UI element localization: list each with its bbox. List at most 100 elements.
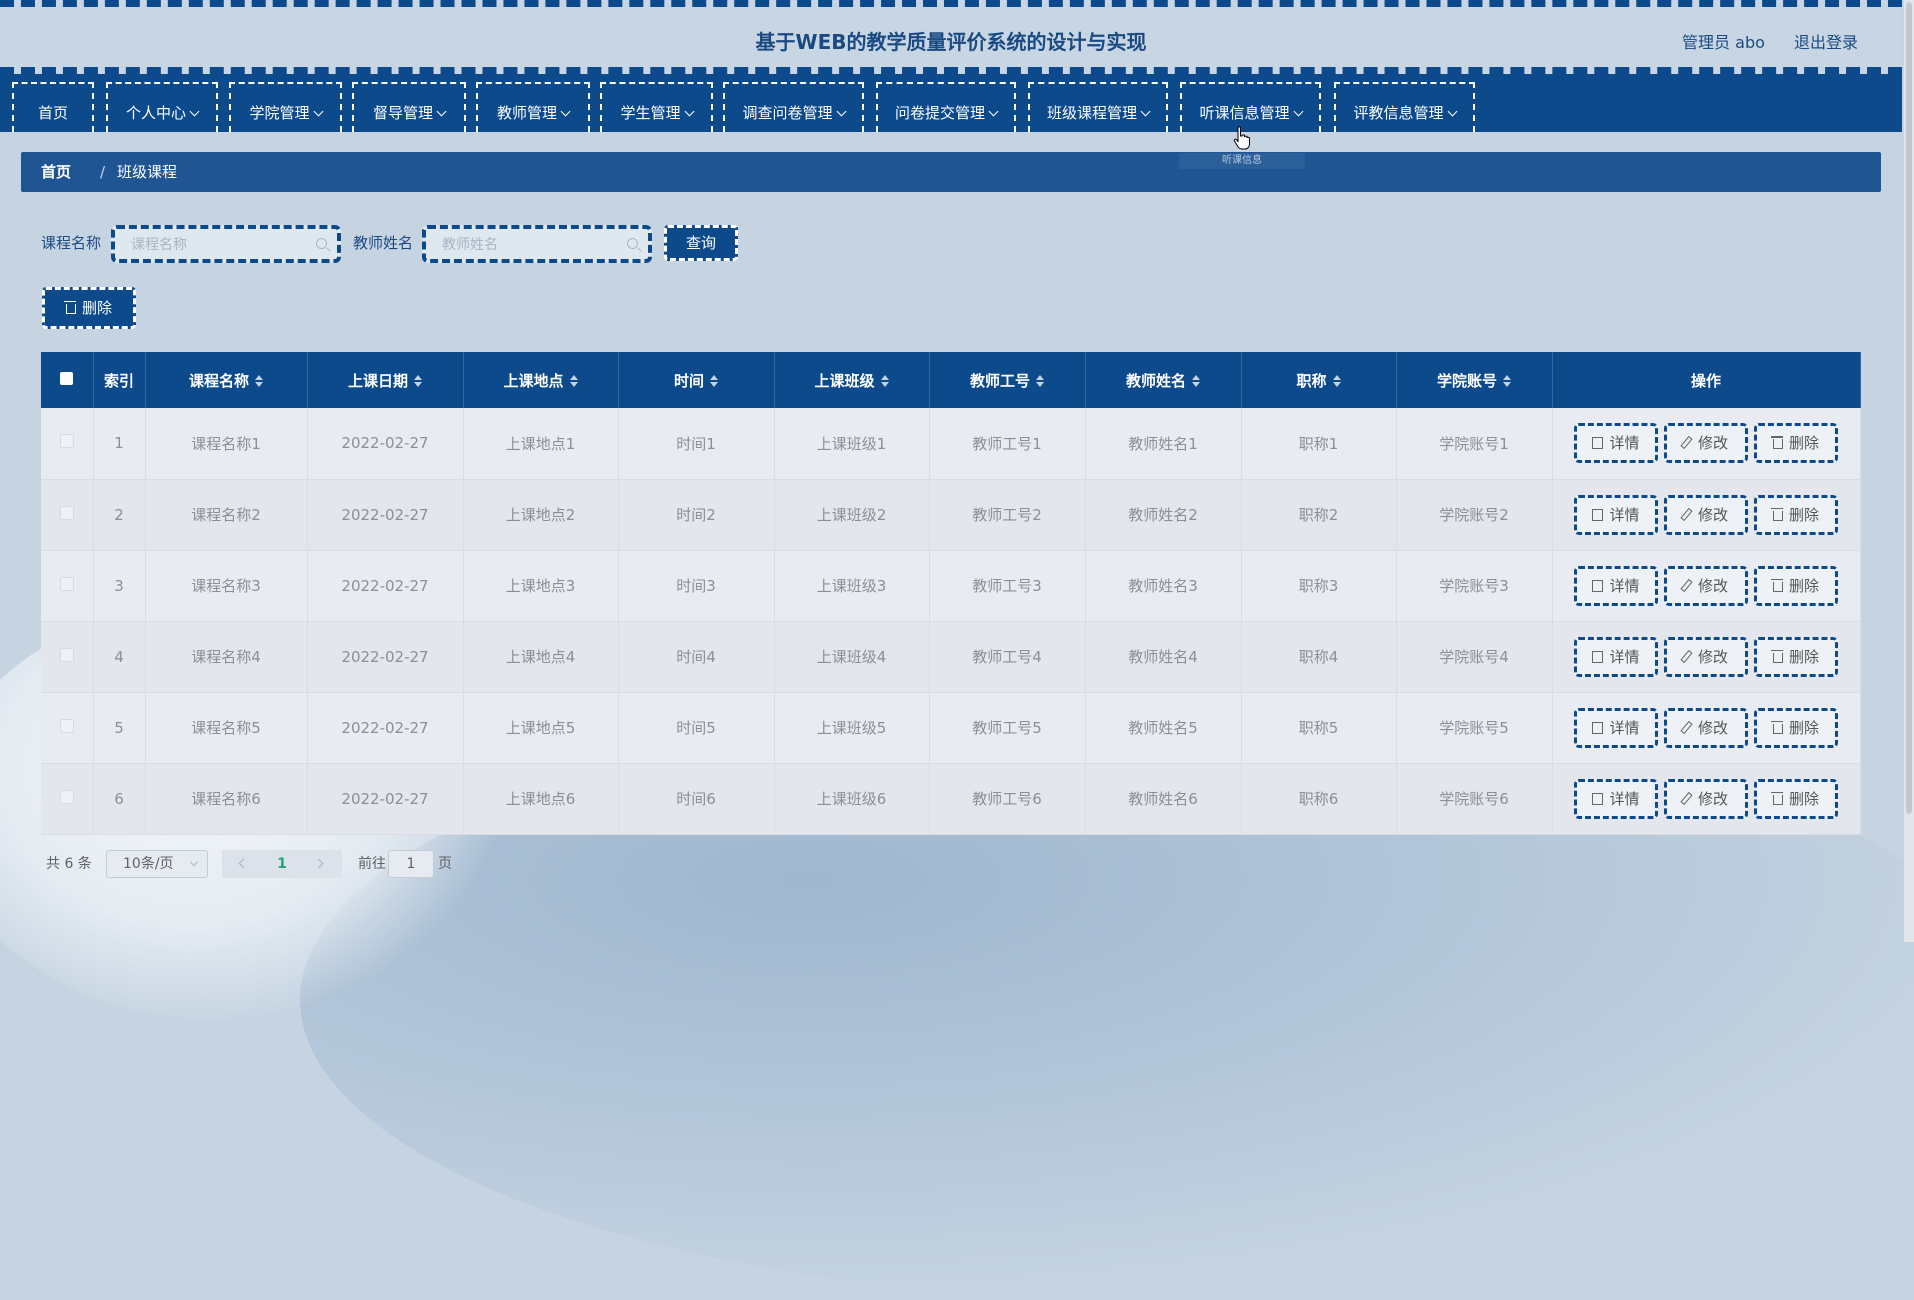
nav-item-9[interactable]: 班级课程管理: [1028, 82, 1168, 132]
select-all-checkbox[interactable]: [60, 372, 74, 385]
edit-button[interactable]: 修改: [1664, 778, 1748, 819]
column-header[interactable]: 教师工号: [929, 352, 1086, 408]
table-cell: 教师工号3: [929, 550, 1086, 622]
edit-button[interactable]: 修改: [1664, 494, 1748, 535]
column-header[interactable]: 上课日期: [307, 352, 464, 408]
row-checkbox[interactable]: [59, 434, 74, 449]
column-header[interactable]: 学院账号: [1396, 352, 1553, 408]
delete-button[interactable]: 删除: [1754, 423, 1838, 464]
trash-icon: [1770, 578, 1783, 592]
column-header[interactable]: 课程名称: [145, 352, 308, 408]
table-cell: 上课班级2: [774, 479, 930, 551]
teacher-name-input[interactable]: [440, 229, 624, 261]
delete-button[interactable]: 删除: [1754, 707, 1838, 748]
detail-button[interactable]: 详情: [1574, 636, 1658, 677]
nav-item-3[interactable]: 学院管理: [229, 82, 342, 132]
nav-item-5[interactable]: 教师管理: [476, 82, 590, 132]
delete-button[interactable]: 删除: [1754, 778, 1838, 819]
row-select-cell[interactable]: [41, 550, 94, 622]
detail-button[interactable]: 详情: [1574, 423, 1658, 464]
delete-button[interactable]: 删除: [1754, 565, 1838, 606]
row-select-cell[interactable]: [41, 479, 94, 551]
edit-button[interactable]: 修改: [1664, 636, 1748, 677]
current-page-number[interactable]: 1: [222, 850, 342, 878]
site-title: 基于WEB的教学质量评价系统的设计与实现: [755, 30, 1147, 54]
row-checkbox[interactable]: [59, 505, 74, 520]
sort-icon[interactable]: [710, 374, 718, 387]
detail-button[interactable]: 详情: [1574, 565, 1658, 606]
nav-item-2[interactable]: 个人中心: [106, 82, 218, 132]
nav-item-4[interactable]: 督导管理: [352, 82, 466, 132]
actions-cell: 详情 修改 删除: [1552, 550, 1861, 622]
edit-label: 修改: [1697, 434, 1728, 453]
trash-icon: [1770, 649, 1783, 663]
select-all-cell[interactable]: [41, 352, 94, 408]
pencil-icon: [1680, 720, 1693, 734]
delete-button[interactable]: 删除: [1754, 636, 1838, 677]
table-cell: 课程名称3: [145, 550, 308, 622]
nav-dropdown-item-listen-info[interactable]: 听课信息: [1179, 153, 1305, 169]
sort-icon[interactable]: [255, 374, 263, 387]
nav-item-7[interactable]: 调查问卷管理: [723, 82, 864, 132]
row-checkbox[interactable]: [59, 718, 74, 733]
logout-link[interactable]: 退出登录: [1794, 33, 1858, 52]
table-cell: 教师姓名5: [1085, 692, 1242, 764]
nav-item-label: 班级课程管理: [1046, 104, 1137, 122]
nav-item-11[interactable]: 评教信息管理: [1334, 82, 1475, 132]
user-name[interactable]: 管理员 abo: [1682, 33, 1765, 52]
nav-item-10[interactable]: 听课信息管理: [1180, 82, 1321, 132]
batch-delete-button[interactable]: 删除: [42, 287, 136, 329]
page-size-select[interactable]: 10条/页: [106, 850, 208, 878]
sort-icon[interactable]: [569, 374, 578, 387]
detail-button[interactable]: 详情: [1574, 494, 1658, 535]
table-cell: 课程名称2: [145, 479, 308, 551]
detail-button[interactable]: 详情: [1574, 707, 1658, 748]
column-header[interactable]: 时间: [618, 352, 775, 408]
sort-icon[interactable]: [1332, 374, 1341, 387]
column-header-label: 上课地点: [503, 371, 564, 390]
sort-icon[interactable]: [1503, 374, 1511, 387]
row-select-cell[interactable]: [41, 763, 94, 835]
row-select-cell[interactable]: [41, 692, 94, 764]
column-header[interactable]: 上课班级: [774, 352, 930, 408]
goto-page-input[interactable]: 1: [388, 850, 434, 878]
nav-item-label: 评教信息管理: [1353, 104, 1444, 122]
row-select-cell[interactable]: [41, 408, 94, 480]
delete-button[interactable]: 删除: [1754, 494, 1838, 535]
document-icon: [1592, 721, 1604, 734]
sort-icon[interactable]: [880, 374, 889, 387]
breadcrumb-home[interactable]: 首页: [41, 152, 71, 192]
table-cell: 2: [93, 479, 146, 551]
column-header[interactable]: 职称: [1241, 352, 1397, 408]
nav-item-1[interactable]: 首页: [12, 82, 94, 132]
column-header[interactable]: 上课地点: [463, 352, 619, 408]
sort-icon[interactable]: [1192, 374, 1200, 387]
column-header-label: 操作: [1690, 371, 1721, 390]
row-checkbox[interactable]: [59, 576, 74, 591]
table-cell: 职称6: [1241, 763, 1397, 835]
detail-button[interactable]: 详情: [1574, 778, 1658, 819]
row-checkbox[interactable]: [59, 789, 74, 804]
document-icon: [1592, 508, 1604, 521]
table-cell: 教师工号2: [929, 479, 1086, 551]
pencil-icon: [1680, 649, 1693, 663]
course-name-input[interactable]: [129, 229, 313, 261]
table-cell: 时间1: [618, 408, 775, 480]
scrollbar-thumb[interactable]: [1906, 2, 1912, 814]
edit-button[interactable]: 修改: [1664, 565, 1748, 606]
nav-item-8[interactable]: 问卷提交管理: [876, 82, 1016, 132]
teacher-name-field[interactable]: [422, 225, 652, 263]
edit-button[interactable]: 修改: [1664, 707, 1748, 748]
table-cell: 2022-02-27: [307, 763, 464, 835]
sort-icon[interactable]: [1036, 374, 1044, 387]
sort-icon[interactable]: [414, 374, 422, 387]
nav-item-label: 学生管理: [620, 104, 681, 122]
row-select-cell[interactable]: [41, 621, 94, 693]
edit-button[interactable]: 修改: [1664, 423, 1748, 464]
column-header[interactable]: 教师姓名: [1085, 352, 1242, 408]
course-name-field[interactable]: [111, 225, 341, 263]
nav-item-6[interactable]: 学生管理: [600, 82, 713, 132]
query-button[interactable]: 查询: [664, 225, 738, 261]
vertical-scrollbar[interactable]: [1904, 0, 1914, 942]
row-checkbox[interactable]: [59, 647, 74, 662]
